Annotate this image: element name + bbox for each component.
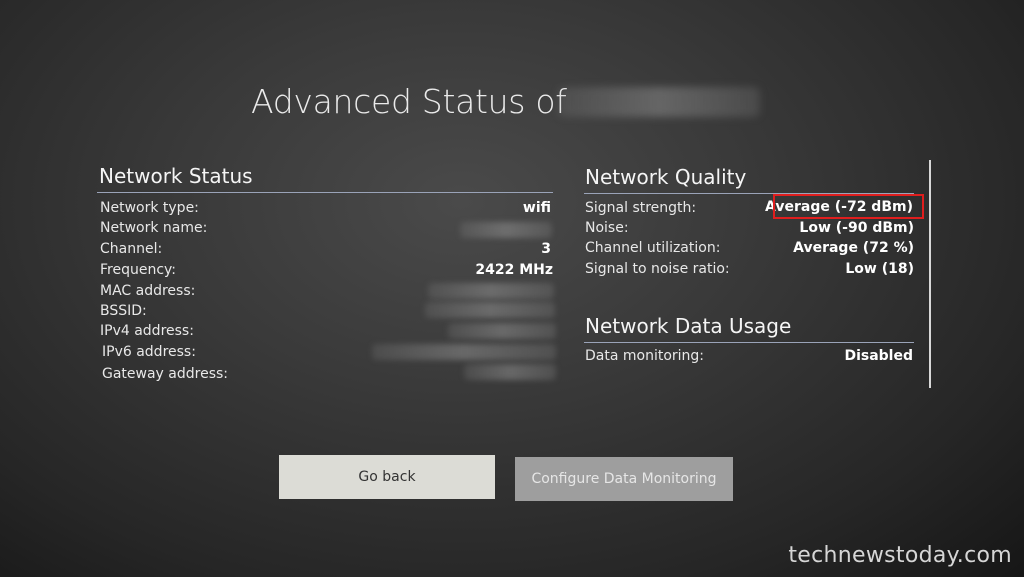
network-data-usage-divider <box>584 342 914 343</box>
ipv6-address-label: IPv6 address: <box>102 344 196 360</box>
data-monitoring-value: Disabled <box>844 348 913 364</box>
network-status-heading: Network Status <box>99 164 253 188</box>
frequency-label: Frequency: <box>100 262 177 278</box>
scrollbar[interactable] <box>929 160 931 388</box>
network-data-usage-heading: Network Data Usage <box>585 314 792 338</box>
frequency-value: 2422 MHz <box>475 262 553 278</box>
data-monitoring-label: Data monitoring: <box>585 348 705 364</box>
channel-label: Channel: <box>100 241 163 257</box>
mac-address-redacted <box>428 283 554 299</box>
configure-data-monitoring-button[interactable]: Configure Data Monitoring <box>515 457 733 501</box>
gateway-address-redacted <box>464 364 556 380</box>
network-status-divider <box>97 192 553 193</box>
network-quality-heading: Network Quality <box>585 165 747 189</box>
network-type-label: Network type: <box>100 200 199 216</box>
bssid-label: BSSID: <box>100 303 147 319</box>
signal-strength-label: Signal strength: <box>585 200 697 216</box>
page-title: Advanced Status of <box>251 82 567 121</box>
channel-utilization-value: Average (72 %) <box>793 240 914 256</box>
mac-address-label: MAC address: <box>100 283 196 299</box>
ipv4-address-label: IPv4 address: <box>100 323 194 339</box>
ipv6-address-redacted <box>372 344 556 360</box>
channel-value: 3 <box>541 241 551 257</box>
noise-label: Noise: <box>585 220 629 236</box>
redacted-device-name <box>558 87 760 117</box>
network-name-redacted <box>460 222 552 238</box>
snr-label: Signal to noise ratio: <box>585 261 730 277</box>
snr-value: Low (18) <box>845 261 914 277</box>
channel-utilization-label: Channel utilization: <box>585 240 721 256</box>
network-name-label: Network name: <box>100 220 208 236</box>
ipv4-address-redacted <box>448 323 556 339</box>
noise-value: Low (-90 dBm) <box>799 220 914 236</box>
gateway-address-label: Gateway address: <box>102 366 229 382</box>
bssid-redacted <box>425 302 555 318</box>
network-type-value: wifi <box>522 200 551 216</box>
signal-strength-highlight <box>773 194 924 219</box>
go-back-button[interactable]: Go back <box>279 455 495 499</box>
watermark: technewstoday.com <box>788 543 1012 568</box>
